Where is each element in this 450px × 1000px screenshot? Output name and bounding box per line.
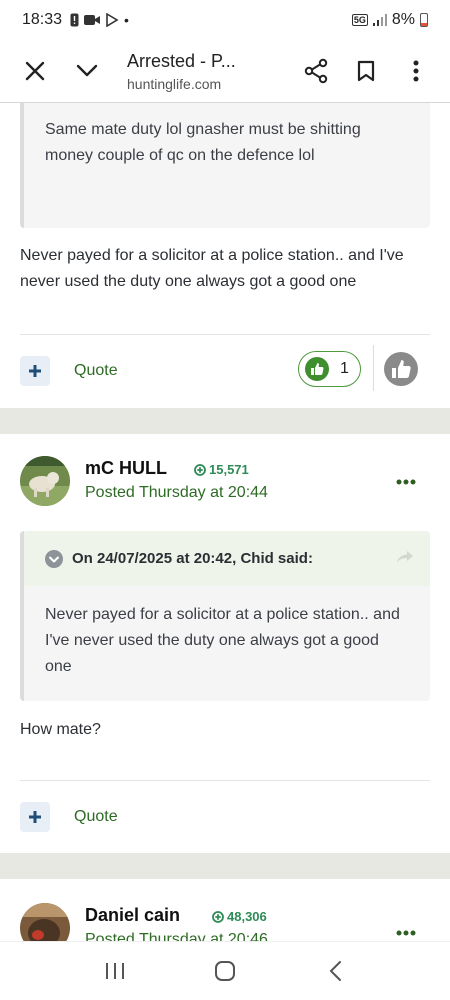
plus-circle-icon	[212, 910, 224, 923]
divider	[20, 780, 430, 781]
post-separator	[0, 853, 450, 879]
avatar-image	[20, 456, 70, 506]
author-name[interactable]: mC HULL	[85, 458, 167, 479]
quote-text: Never payed for a solicitor at a police …	[45, 606, 400, 675]
plus-icon	[29, 365, 41, 377]
alert-icon	[70, 13, 79, 27]
back-button[interactable]	[313, 949, 357, 993]
battery-icon	[420, 13, 428, 27]
back-icon	[329, 961, 341, 981]
react-button[interactable]	[383, 351, 419, 387]
system-navigation-bar	[0, 941, 450, 1000]
status-bar: 18:33 • 5G 8%	[0, 0, 450, 40]
thumbs-up-icon	[305, 357, 329, 381]
divider	[20, 334, 430, 335]
play-store-icon	[106, 13, 119, 27]
share-button[interactable]	[294, 49, 338, 93]
reaction-button[interactable]: 1	[298, 351, 361, 387]
close-button[interactable]	[13, 49, 57, 93]
go-to-quoted-post-button[interactable]	[396, 550, 414, 569]
bookmark-icon	[357, 60, 375, 82]
avatar[interactable]	[20, 456, 70, 506]
recents-icon	[106, 963, 124, 979]
reputation-value: 48,306	[227, 909, 267, 924]
notification-icons: •	[70, 12, 129, 28]
network-type: 5G	[351, 14, 368, 26]
status-time: 18:33	[22, 11, 63, 28]
quote-block: On 24/07/2025 at 20:42, Chid said: Never…	[20, 531, 430, 701]
post-date[interactable]: Posted Thursday at 20:44	[85, 484, 268, 502]
multiquote-button[interactable]	[20, 356, 50, 386]
plus-icon	[29, 811, 41, 823]
page-url: huntinglife.com	[127, 75, 222, 92]
post-body: Never payed for a solicitor at a police …	[20, 247, 404, 290]
video-icon	[84, 15, 101, 25]
quote-text: Same mate duty lol gnasher must be shitt…	[45, 121, 361, 164]
bookmark-button[interactable]	[344, 49, 388, 93]
quote-attribution: On 24/07/2025 at 20:42, Chid said:	[72, 550, 313, 567]
page-title: Arrested - P...	[127, 50, 236, 71]
chevron-down-circle-icon	[45, 549, 63, 568]
more-horizontal-icon	[396, 479, 416, 485]
post-body: How mate?	[20, 721, 101, 738]
page-info[interactable]: Arrested - P... huntinglife.com	[127, 51, 294, 92]
forward-arrow-icon	[397, 551, 413, 563]
collapse-button[interactable]	[65, 49, 109, 93]
post-header: mC HULL 15,571 Posted Thursday at 20:44	[20, 456, 430, 516]
multiquote-button[interactable]	[20, 802, 50, 832]
quote-block: Same mate duty lol gnasher must be shitt…	[20, 103, 430, 228]
share-icon	[304, 58, 328, 84]
avatar-image	[20, 903, 70, 941]
browser-toolbar: Arrested - P... huntinglife.com	[0, 40, 450, 103]
reaction-count: 1	[340, 360, 349, 377]
close-icon	[25, 61, 45, 81]
post-header: Daniel cain 48,306 Posted Thursday at 20…	[20, 903, 430, 941]
dot-icon: •	[124, 12, 129, 28]
reputation-badge: 48,306	[212, 909, 267, 924]
post-menu-button[interactable]	[396, 923, 416, 941]
plus-circle-icon	[194, 463, 206, 476]
reputation-badge: 15,571	[194, 462, 249, 477]
home-icon	[215, 961, 235, 981]
recent-apps-button[interactable]	[93, 949, 137, 993]
post-actions: Quote	[20, 799, 430, 835]
avatar[interactable]	[20, 903, 70, 941]
signal-icon	[372, 14, 387, 26]
more-options-button[interactable]	[394, 49, 438, 93]
author-name[interactable]: Daniel cain	[85, 905, 180, 926]
post-menu-button[interactable]	[396, 472, 416, 490]
reaction-separator	[373, 345, 374, 391]
battery-percent: 8%	[391, 11, 415, 28]
post-actions: Quote 1	[20, 345, 430, 391]
page-content: Same mate duty lol gnasher must be shitt…	[0, 103, 450, 941]
quote-button[interactable]: Quote	[74, 362, 118, 380]
thumbs-up-outline-icon	[384, 352, 418, 386]
chevron-down-icon	[76, 64, 98, 77]
more-horizontal-icon	[396, 930, 416, 936]
home-button[interactable]	[203, 949, 247, 993]
quote-button[interactable]: Quote	[74, 808, 118, 826]
reputation-value: 15,571	[209, 462, 249, 477]
quote-header[interactable]: On 24/07/2025 at 20:42, Chid said:	[24, 531, 430, 586]
more-vertical-icon	[413, 60, 419, 82]
post-date[interactable]: Posted Thursday at 20:46	[85, 931, 268, 941]
post-separator	[0, 408, 450, 434]
